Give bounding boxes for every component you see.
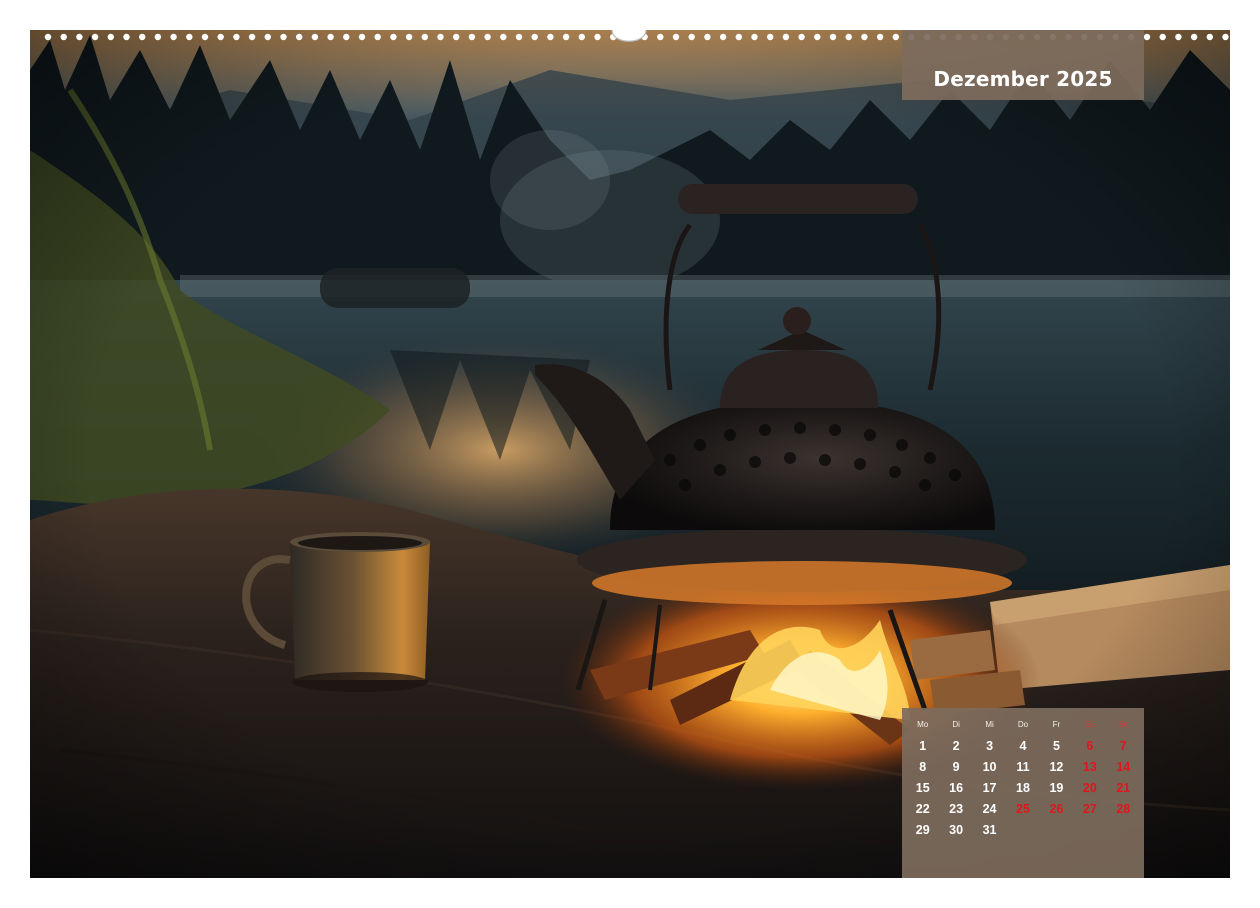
- day-cell: 9: [952, 760, 960, 774]
- day-cell: 2: [952, 739, 960, 753]
- day-cell: 23: [949, 802, 964, 816]
- week-row: 22 23 24 25 26 27 28: [906, 802, 1140, 816]
- day-cell: 21: [1116, 781, 1131, 795]
- day-cell: 20: [1082, 781, 1097, 795]
- day-cell: 5: [1052, 739, 1060, 753]
- day-cell: 28: [1116, 802, 1131, 816]
- day-cell: 12: [1049, 760, 1064, 774]
- weekday-header-row: Mo Di Mi Do Fr Sa So: [906, 720, 1140, 729]
- day-cell: 10: [982, 760, 997, 774]
- weekday-label: Do: [1017, 720, 1029, 729]
- day-cell: 16: [949, 781, 964, 795]
- day-cell-holiday: 25: [1016, 802, 1030, 816]
- day-cell: 1: [919, 739, 927, 753]
- day-cell: 22: [915, 802, 930, 816]
- week-row: 1 2 3 4 5 6 7: [906, 739, 1140, 753]
- month-title: Dezember 2025: [933, 67, 1113, 91]
- calendar-grid: Mo Di Mi Do Fr Sa So 1 2 3 4 5 6 7 8 9 1…: [902, 708, 1144, 878]
- day-cell: 3: [986, 739, 994, 753]
- week-row: 8 9 10 11 12 13 14: [906, 760, 1140, 774]
- day-cell: 15: [915, 781, 930, 795]
- day-cell: [1107, 823, 1140, 837]
- week-row: 15 16 17 18 19 20 21: [906, 781, 1140, 795]
- weekday-label: Sa: [1084, 720, 1095, 729]
- day-cell: [1073, 823, 1106, 837]
- day-cell: 27: [1082, 802, 1097, 816]
- day-cell: 19: [1049, 781, 1064, 795]
- day-cell: 13: [1082, 760, 1097, 774]
- weekday-label: Di: [952, 720, 960, 729]
- day-cell: [1006, 823, 1039, 837]
- day-cell: 24: [982, 802, 997, 816]
- weekday-label: So: [1118, 720, 1129, 729]
- day-cell-holiday: 26: [1049, 802, 1064, 816]
- day-cell: 6: [1086, 739, 1094, 753]
- day-cell: 11: [1016, 760, 1030, 774]
- day-cell: 18: [1016, 781, 1030, 795]
- day-cell: 29: [915, 823, 930, 837]
- weekday-label: Mi: [985, 720, 994, 729]
- hanger-hook: [611, 29, 647, 42]
- weekday-label: Mo: [917, 720, 929, 729]
- day-cell: 31: [982, 823, 997, 837]
- week-row: 29 30 31: [906, 823, 1140, 837]
- day-cell: 17: [982, 781, 997, 795]
- day-cell: 4: [1019, 739, 1027, 753]
- weekday-label: Fr: [1052, 720, 1061, 729]
- day-cell: [1040, 823, 1073, 837]
- day-cell: 30: [949, 823, 964, 837]
- day-cell: 8: [919, 760, 927, 774]
- day-cell: 14: [1116, 760, 1131, 774]
- day-cell: 7: [1119, 739, 1127, 753]
- month-header: Dezember 2025: [902, 30, 1144, 100]
